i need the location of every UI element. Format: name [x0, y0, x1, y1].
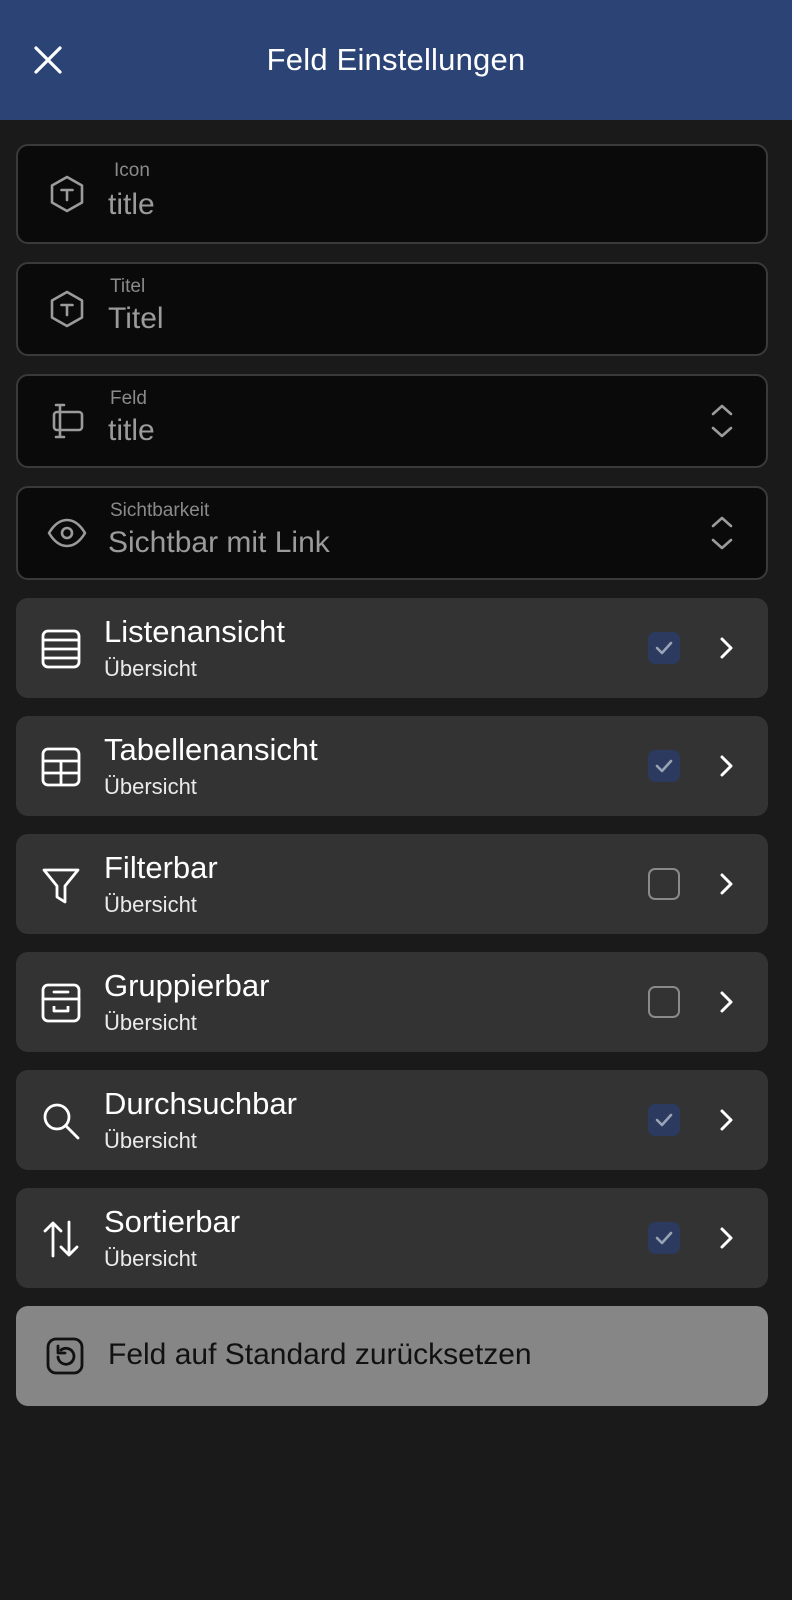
eye-icon [46, 512, 88, 554]
archive-icon [38, 980, 84, 1026]
title-field[interactable]: Titel Titel [16, 262, 768, 356]
field-label: Sichtbarkeit [110, 500, 210, 521]
option-sortable[interactable]: Sortierbar Übersicht [16, 1188, 768, 1288]
reset-icon [44, 1335, 86, 1377]
chevron-right-icon [710, 868, 742, 900]
option-searchable[interactable]: Durchsuchbar Übersicht [16, 1070, 768, 1170]
option-checkbox[interactable] [648, 986, 680, 1018]
close-button[interactable] [28, 40, 68, 80]
field-value: Titel [108, 302, 164, 335]
field-value: title [108, 414, 155, 447]
option-title: Sortierbar [104, 1204, 241, 1239]
option-checkbox[interactable] [648, 1104, 680, 1136]
check-icon [655, 1231, 673, 1245]
app-header: Feld Einstellungen [0, 0, 792, 120]
visibility-select[interactable]: Sichtbarkeit Sichtbar mit Link [16, 486, 768, 580]
option-subtitle: Übersicht [104, 1010, 197, 1035]
chevron-up-down-icon [708, 513, 736, 553]
option-subtitle: Übersicht [104, 1246, 197, 1271]
option-subtitle: Übersicht [104, 892, 197, 917]
hexagon-t-icon [46, 288, 88, 330]
option-groupable[interactable]: Gruppierbar Übersicht [16, 952, 768, 1052]
field-value: title [108, 188, 155, 221]
close-icon [34, 46, 62, 74]
page-title: Feld Einstellungen [266, 42, 526, 77]
check-icon [655, 1113, 673, 1127]
table-icon [38, 744, 84, 790]
option-title: Tabellenansicht [104, 732, 318, 767]
option-title: Durchsuchbar [104, 1086, 297, 1121]
option-checkbox[interactable] [648, 1222, 680, 1254]
field-label: Feld [110, 388, 147, 409]
hexagon-t-icon [46, 173, 88, 215]
field-value: Sichtbar mit Link [108, 526, 330, 559]
option-title: Filterbar [104, 850, 218, 885]
text-field-icon [46, 400, 88, 442]
settings-form: Icon title Titel Titel Feld title Sichtb… [16, 144, 768, 1406]
chevron-right-icon [710, 1222, 742, 1254]
option-subtitle: Übersicht [104, 1128, 197, 1153]
option-table-view[interactable]: Tabellenansicht Übersicht [16, 716, 768, 816]
option-checkbox[interactable] [648, 632, 680, 664]
chevron-right-icon [710, 1104, 742, 1136]
filter-icon [38, 862, 84, 908]
list-icon [38, 626, 84, 672]
chevron-right-icon [710, 750, 742, 782]
option-checkbox[interactable] [648, 750, 680, 782]
option-subtitle: Übersicht [104, 774, 197, 799]
option-list-view[interactable]: Listenansicht Übersicht [16, 598, 768, 698]
check-icon [655, 759, 673, 773]
field-select[interactable]: Feld title [16, 374, 768, 468]
icon-field[interactable]: Icon title [16, 144, 768, 244]
chevron-right-icon [710, 986, 742, 1018]
field-label: Titel [110, 276, 146, 297]
option-checkbox[interactable] [648, 868, 680, 900]
reset-label: Feld auf Standard zurücksetzen [108, 1338, 532, 1371]
option-filterable[interactable]: Filterbar Übersicht [16, 834, 768, 934]
search-icon [38, 1098, 84, 1144]
option-title: Gruppierbar [104, 968, 270, 1003]
field-label: Icon [114, 160, 150, 181]
check-icon [655, 641, 673, 655]
option-title: Listenansicht [104, 614, 285, 649]
reset-field-button[interactable]: Feld auf Standard zurücksetzen [16, 1306, 768, 1406]
sort-icon [38, 1216, 84, 1262]
chevron-up-down-icon [708, 401, 736, 441]
option-subtitle: Übersicht [104, 656, 197, 681]
chevron-right-icon [710, 632, 742, 664]
